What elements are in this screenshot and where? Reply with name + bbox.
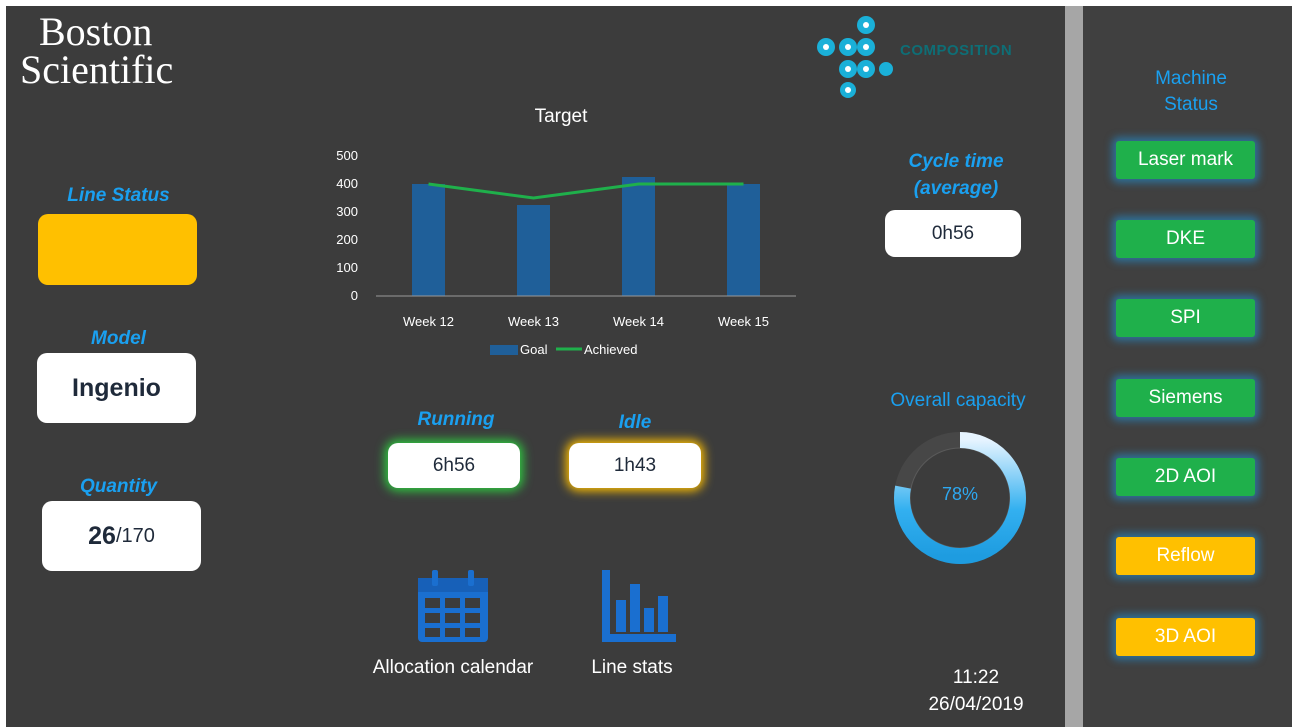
bar-chart-icon <box>602 570 676 642</box>
legend-goal-swatch <box>490 345 518 355</box>
target-chart: 0 100 200 300 400 500 Week 12 Week 13 Week 14 We… <box>336 148 796 357</box>
goal-bar <box>412 184 445 296</box>
capacity-value: 78% <box>941 484 979 504</box>
machine-laser-mark[interactable]: Laser mark <box>1116 141 1255 179</box>
y-tick-label: 400 <box>336 176 358 191</box>
idle-time-box: 1h43 <box>569 443 701 488</box>
idle-time-value: 1h43 <box>613 454 657 476</box>
line-stats-label[interactable]: Line stats <box>572 657 692 679</box>
model-value-box: Ingenio <box>37 353 196 423</box>
clock-date: 26/04/2019 <box>928 694 1024 715</box>
goal-bar <box>622 177 655 296</box>
cycle-time-label-line2: (average) <box>913 178 999 199</box>
cycle-time-value-box: 0h56 <box>885 210 1021 257</box>
model-label: Model <box>91 328 146 349</box>
x-tick-label: Week 12 <box>403 314 454 329</box>
running-label: Running <box>417 409 495 430</box>
goal-bar <box>517 205 550 296</box>
machine-status-title: Machine Status <box>1091 66 1291 118</box>
x-tick-label: Week 13 <box>508 314 559 329</box>
cycle-time-label-line1: Cycle time <box>908 151 1004 172</box>
y-tick-label: 100 <box>336 260 358 275</box>
capacity-label: Overall capacity <box>890 390 1026 411</box>
quantity-total: /170 <box>115 524 155 547</box>
line-status-label: Line Status <box>67 185 170 206</box>
legend-achieved-label: Achieved <box>584 342 637 357</box>
y-tick-label: 200 <box>336 232 358 247</box>
quantity-done: 26 <box>88 521 116 550</box>
dashboard-screen: Boston Scientific COMPOSITION Line Statu… <box>6 6 1292 727</box>
cycle-time-value: 0h56 <box>931 222 975 244</box>
machine-3d-aoi[interactable]: 3D AOI <box>1116 618 1255 656</box>
machine-siemens[interactable]: Siemens <box>1116 379 1255 417</box>
x-tick-label: Week 14 <box>613 314 664 329</box>
line-status-indicator <box>38 214 197 285</box>
partner-name: COMPOSITION <box>900 42 1013 59</box>
quantity-label: Quantity <box>79 476 158 497</box>
clock-time: 11:22 <box>952 667 1000 688</box>
allocation-calendar-label[interactable]: Allocation calendar <box>358 657 548 679</box>
model-value: Ingenio <box>72 373 161 402</box>
sidebar-divider <box>1065 6 1083 727</box>
line-stats-button[interactable] <box>600 568 680 646</box>
cycle-time-label: Cycle time (average) <box>886 148 1026 202</box>
chart-legend: Goal Achieved <box>490 342 637 357</box>
y-tick-label: 300 <box>336 204 358 219</box>
quantity-value-box: 26/170 <box>42 501 201 571</box>
chart-title: Target <box>534 106 588 127</box>
clock: 11:22 26/04/2019 <box>906 664 1046 718</box>
machine-spi[interactable]: SPI <box>1116 299 1255 337</box>
machine-dke[interactable]: DKE <box>1116 220 1255 258</box>
brand-line2: Scientific <box>20 47 174 92</box>
brand-line1: Boston <box>39 9 153 54</box>
y-tick-label: 500 <box>336 148 358 163</box>
legend-goal-label: Goal <box>520 342 548 357</box>
machine-status-title-line1: Machine <box>1155 68 1227 89</box>
y-tick-label: 0 <box>351 288 358 303</box>
goal-bar <box>727 184 760 296</box>
allocation-calendar-button[interactable] <box>410 568 490 646</box>
running-time-value: 6h56 <box>432 454 476 476</box>
machine-2d-aoi[interactable]: 2D AOI <box>1116 458 1255 496</box>
machine-reflow[interactable]: Reflow <box>1116 537 1255 575</box>
idle-label: Idle <box>618 412 652 433</box>
calendar-icon <box>418 570 488 642</box>
brand-logo: Boston Scientific <box>20 9 174 92</box>
machine-status-title-line2: Status <box>1164 94 1218 115</box>
achieved-series-line <box>428 182 744 200</box>
x-tick-label: Week 15 <box>718 314 769 329</box>
running-time-box: 6h56 <box>388 443 520 488</box>
